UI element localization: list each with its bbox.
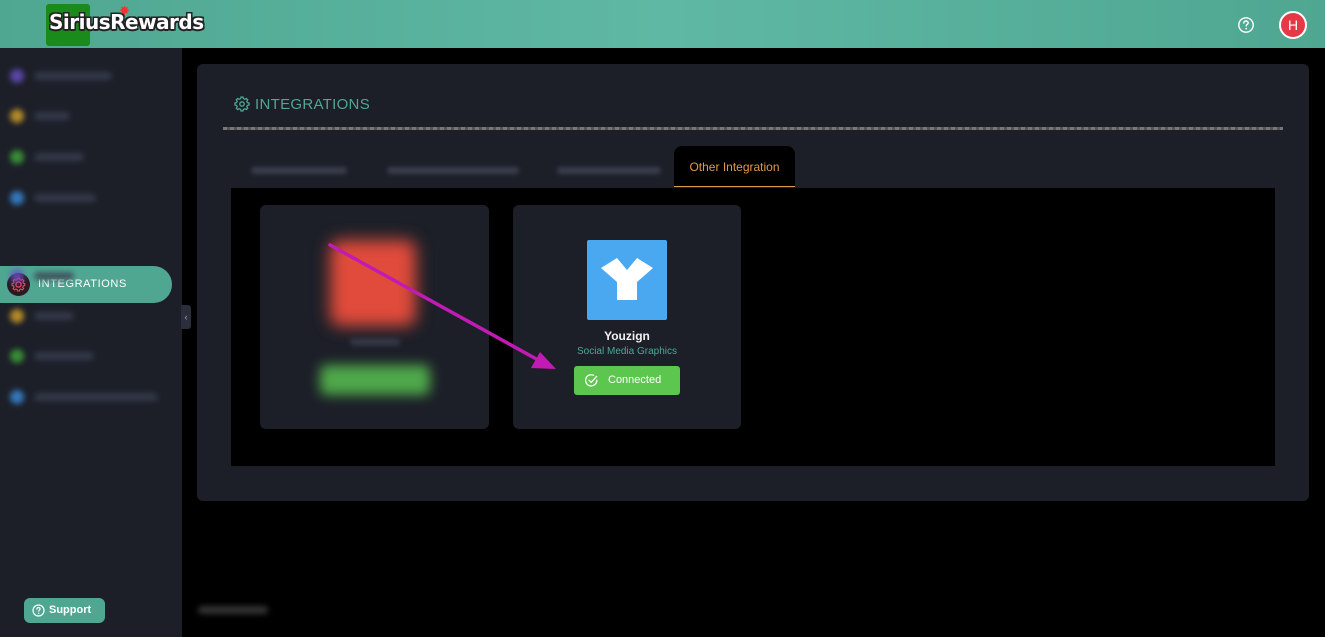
integration-card-blurred xyxy=(260,205,489,429)
sirius-rewards-logo[interactable]: SiriusRewards ✸ xyxy=(46,2,216,46)
tab-blurred-2[interactable] xyxy=(375,146,531,187)
user-avatar[interactable]: H xyxy=(1279,11,1307,39)
logo-star-icon: ✸ xyxy=(119,3,130,18)
sidebar-item-blurred[interactable] xyxy=(8,188,168,208)
integration-card-youzign: Youzign Social Media Graphics Connected xyxy=(513,205,741,429)
integration-name-blurred xyxy=(350,339,400,345)
tab-blurred-1[interactable] xyxy=(239,146,359,187)
integrations-panel: INTEGRATIONS Other Integration Youzign S… xyxy=(197,64,1309,501)
integration-logo-blurred xyxy=(330,240,416,326)
sidebar-collapse-handle[interactable]: ‹ xyxy=(181,305,191,329)
page-title-text: INTEGRATIONS xyxy=(255,96,370,113)
integration-subtitle: Social Media Graphics xyxy=(576,346,678,357)
help-icon[interactable] xyxy=(1237,16,1255,34)
tab-blurred-3[interactable] xyxy=(547,146,671,187)
connected-label: Connected xyxy=(608,374,662,386)
connected-button[interactable]: Connected xyxy=(574,366,680,395)
sidebar-item-blurred[interactable] xyxy=(8,66,168,86)
tab-other-integration[interactable]: Other Integration xyxy=(674,146,795,187)
check-circle-icon xyxy=(584,374,598,387)
question-circle-icon xyxy=(32,604,45,617)
sidebar-item-blurred[interactable] xyxy=(8,106,168,126)
sidebar-item-blurred[interactable] xyxy=(8,266,168,286)
tab-content: Youzign Social Media Graphics Connected xyxy=(231,188,1275,466)
sidebar-item-blurred[interactable] xyxy=(8,387,168,407)
integration-name: Youzign xyxy=(604,329,650,343)
support-button[interactable]: Support xyxy=(24,598,105,623)
sidebar-item-blurred[interactable] xyxy=(8,147,168,167)
sidebar-item-blurred[interactable] xyxy=(8,346,168,366)
sidebar-item-blurred[interactable] xyxy=(8,306,168,326)
integration-status-button-blurred[interactable] xyxy=(320,365,430,395)
tab-label: Other Integration xyxy=(689,160,780,174)
footer-text-blurred xyxy=(198,606,268,614)
sidebar: INTEGRATIONS Support xyxy=(0,48,182,637)
support-label: Support xyxy=(49,604,92,616)
top-bar: SiriusRewards ✸ H xyxy=(0,0,1325,48)
title-divider xyxy=(223,127,1283,130)
gear-icon xyxy=(234,96,250,112)
youzign-logo xyxy=(587,240,667,320)
